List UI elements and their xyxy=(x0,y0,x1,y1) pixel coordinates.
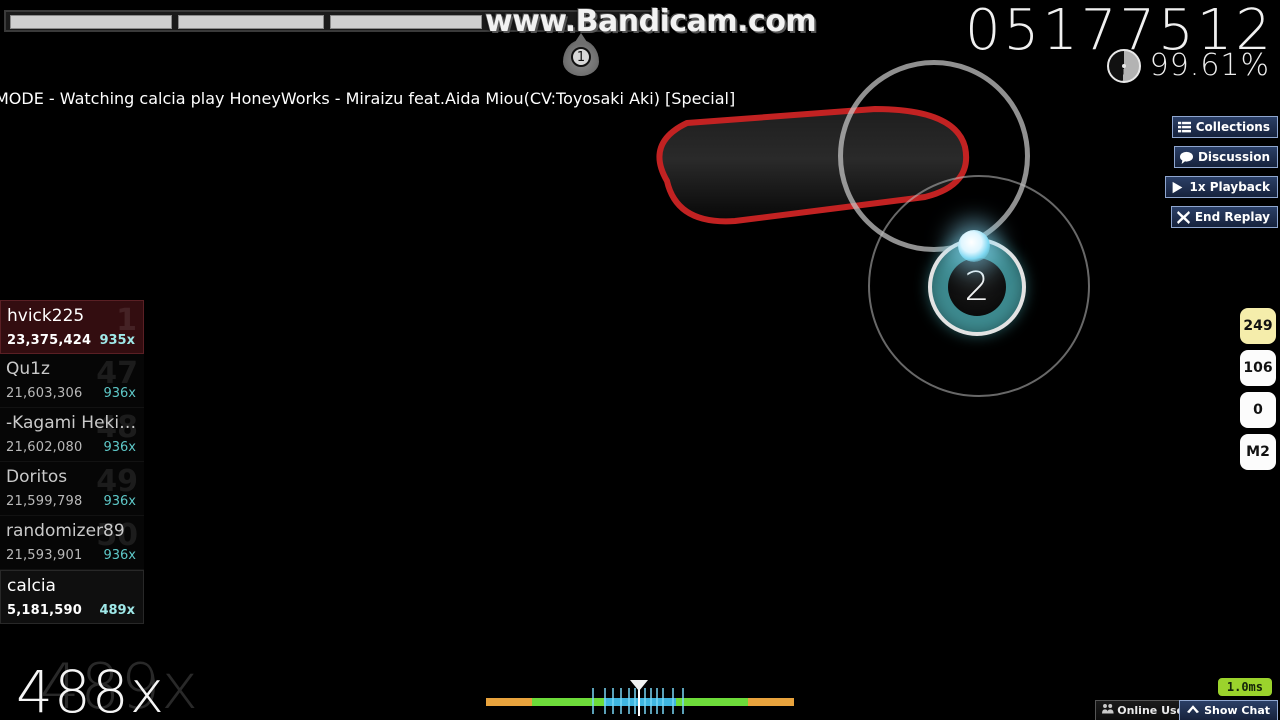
hit-circle-inner xyxy=(948,258,1006,316)
leaderboard-name: calcia xyxy=(7,576,56,596)
leaderboard-name: randomizer89 xyxy=(6,521,125,541)
health-bar-segment xyxy=(10,15,172,29)
hit-error-tick xyxy=(592,688,594,714)
hit-error-tick xyxy=(604,688,606,714)
hit-error-tick xyxy=(656,688,658,714)
leaderboard: 1 hvick225 23,375,424 935x 47 Qu1z 21,60… xyxy=(0,300,144,624)
hit-error-tick xyxy=(650,688,652,714)
spectator-mode-title: MODE - Watching calcia play HoneyWorks -… xyxy=(0,89,736,108)
leaderboard-score: 21,593,901 xyxy=(6,548,83,563)
collections-label: Collections xyxy=(1195,120,1270,134)
collections-button[interactable]: Collections xyxy=(1171,116,1278,138)
hit-error-tick xyxy=(634,688,636,714)
hit-error-tick xyxy=(620,688,622,714)
show-chat-label: Show Chat xyxy=(1204,704,1270,717)
leaderboard-row-self[interactable]: calcia 5,181,590 489x xyxy=(0,570,144,624)
approach-circle xyxy=(838,60,1030,252)
leaderboard-score: 23,375,424 xyxy=(7,333,92,348)
leaderboard-score: 5,181,590 xyxy=(7,603,82,618)
playback-speed-button[interactable]: 1x Playback xyxy=(1165,176,1278,198)
hit-error-tick xyxy=(672,688,674,714)
hit-error-segment-early-50 xyxy=(486,698,532,706)
chevron-up-icon xyxy=(1187,703,1200,718)
leaderboard-combo: 936x xyxy=(103,440,136,455)
slider-start-marker: 1 xyxy=(563,33,599,76)
list-icon xyxy=(1177,121,1191,134)
hit-error-tick xyxy=(628,688,630,714)
key-counter-box[interactable]: M2 xyxy=(1240,434,1276,470)
end-replay-button[interactable]: End Replay xyxy=(1170,206,1278,228)
leaderboard-score: 21,599,798 xyxy=(6,494,83,509)
leaderboard-name: Qu1z xyxy=(6,359,50,379)
leaderboard-row[interactable]: 50 randomizer89 21,593,901 936x xyxy=(0,516,144,570)
leaderboard-combo: 936x xyxy=(103,548,136,563)
key-counter-box[interactable]: 249 xyxy=(1240,308,1276,344)
hit-error-arrow xyxy=(630,680,648,691)
playfield: 2 xyxy=(0,0,1280,720)
health-bar-segment xyxy=(330,15,482,29)
key-counter-box[interactable]: 0 xyxy=(1240,392,1276,428)
cursor-dot xyxy=(958,230,990,262)
slider-body xyxy=(656,106,970,225)
replay-controls: Collections Discussion 1x Playback End R… xyxy=(1165,116,1278,228)
leaderboard-score: 21,602,080 xyxy=(6,440,83,455)
discussion-label: Discussion xyxy=(1197,150,1270,164)
leaderboard-score: 21,603,306 xyxy=(6,386,83,401)
hit-error-tick xyxy=(682,688,684,714)
play-icon xyxy=(1171,181,1184,194)
hit-error-tick xyxy=(662,688,664,714)
pie-progress-icon xyxy=(1106,48,1141,83)
close-x-icon xyxy=(1176,210,1190,224)
health-bar-segment xyxy=(178,15,324,29)
leaderboard-combo: 936x xyxy=(103,386,136,401)
hit-circle-number: 2 xyxy=(964,264,990,310)
hit-error-tick xyxy=(644,688,646,714)
hit-error-segment-late-100 xyxy=(676,698,748,706)
approach-circle xyxy=(868,175,1090,397)
key-counter-panel: 249 106 0 M2 xyxy=(1240,308,1276,470)
leaderboard-name: Doritos xyxy=(6,467,68,487)
end-replay-label: End Replay xyxy=(1194,210,1270,224)
hit-error-segment-300 xyxy=(604,698,676,706)
accuracy-display: 99.61% xyxy=(1106,48,1270,83)
leaderboard-row[interactable]: 47 Qu1z 21,603,306 936x xyxy=(0,354,144,408)
leaderboard-name: -Kagami Hekiru… xyxy=(6,413,142,433)
leaderboard-row[interactable]: 49 Doritos 21,599,798 936x xyxy=(0,462,144,516)
discussion-button[interactable]: Discussion xyxy=(1173,146,1278,168)
leaderboard-combo: 935x xyxy=(99,333,135,348)
show-chat-button[interactable]: Show Chat xyxy=(1179,700,1278,720)
leaderboard-combo: 489x xyxy=(99,603,135,618)
hit-error-segment-late-50 xyxy=(748,698,794,706)
hit-circle: 2 xyxy=(928,238,1026,336)
hit-error-tick xyxy=(612,688,614,714)
playback-speed-label: 1x Playback xyxy=(1189,180,1270,194)
leaderboard-row[interactable]: 48 -Kagami Hekiru… 21,602,080 936x xyxy=(0,408,144,462)
bandicam-watermark: www.Bandicam.com xyxy=(485,4,817,39)
latency-badge: 1.0ms xyxy=(1217,678,1272,696)
slider-marker-number: 1 xyxy=(571,47,591,67)
leaderboard-name: hvick225 xyxy=(7,306,85,326)
combo-counter: 488x xyxy=(16,658,166,720)
key-counter-box[interactable]: 106 xyxy=(1240,350,1276,386)
hit-error-bar xyxy=(486,680,794,716)
leaderboard-row[interactable]: 1 hvick225 23,375,424 935x xyxy=(0,300,144,354)
people-icon xyxy=(1102,703,1114,718)
speech-bubble-icon xyxy=(1179,151,1193,164)
accuracy-value: 99.61% xyxy=(1149,48,1270,83)
leaderboard-combo: 936x xyxy=(103,494,136,509)
